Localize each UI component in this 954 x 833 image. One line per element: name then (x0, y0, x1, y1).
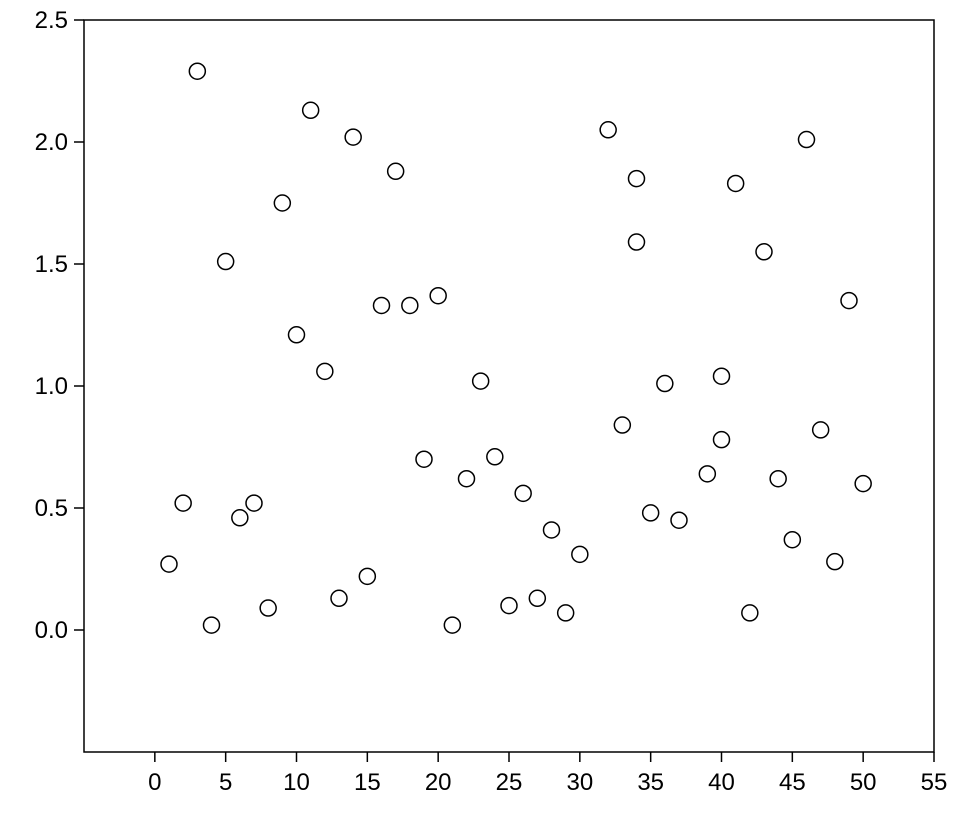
data-point (770, 471, 786, 487)
x-tick-label: 55 (921, 769, 948, 796)
data-point (345, 129, 361, 145)
x-axis-ticks: 0 5 10 15 20 25 30 35 40 45 50 55 (148, 752, 947, 796)
data-point (629, 234, 645, 250)
data-point (841, 293, 857, 309)
data-point (742, 605, 758, 621)
data-point (175, 495, 191, 511)
data-point (529, 590, 545, 606)
data-point (374, 297, 390, 313)
x-tick-label: 15 (354, 769, 381, 796)
data-point (444, 617, 460, 633)
data-point (274, 195, 290, 211)
data-point (600, 122, 616, 138)
data-point (359, 568, 375, 584)
data-point (459, 471, 475, 487)
data-point (204, 617, 220, 633)
y-tick-label: 1.0 (35, 373, 68, 400)
chart-svg: 0 5 10 15 20 25 30 35 40 45 50 55 0.0 0.5 1.0 1.5 2.0 2.… (0, 0, 954, 833)
data-point (558, 605, 574, 621)
data-point (189, 63, 205, 79)
data-point (799, 132, 815, 148)
y-axis-ticks: 0.0 0.5 1.0 1.5 2.0 2.5 (35, 7, 84, 644)
data-point (317, 363, 333, 379)
data-point (756, 244, 772, 260)
scatter-chart: 0 5 10 15 20 25 30 35 40 45 50 55 0.0 0.5 1.0 1.5 2.0 2.… (0, 0, 954, 833)
data-point (232, 510, 248, 526)
y-tick-label: 0.5 (35, 495, 68, 522)
data-point (515, 485, 531, 501)
plot-border (84, 20, 934, 752)
data-point (714, 432, 730, 448)
data-point (813, 422, 829, 438)
x-tick-label: 25 (496, 769, 523, 796)
data-point (416, 451, 432, 467)
data-point (487, 449, 503, 465)
x-tick-label: 40 (708, 769, 735, 796)
data-point (218, 254, 234, 270)
data-point (303, 102, 319, 118)
data-point (430, 288, 446, 304)
x-tick-label: 45 (779, 769, 806, 796)
x-tick-label: 50 (850, 769, 877, 796)
data-point (629, 171, 645, 187)
data-point (289, 327, 305, 343)
data-point (260, 600, 276, 616)
x-tick-label: 35 (637, 769, 664, 796)
data-point (855, 476, 871, 492)
y-tick-label: 2.5 (35, 7, 68, 34)
data-point (784, 532, 800, 548)
data-point (699, 466, 715, 482)
x-tick-label: 5 (219, 769, 232, 796)
data-point (643, 505, 659, 521)
data-point (827, 554, 843, 570)
data-points (161, 63, 871, 633)
data-point (728, 175, 744, 191)
data-point (671, 512, 687, 528)
y-tick-label: 2.0 (35, 129, 68, 156)
x-tick-label: 30 (566, 769, 593, 796)
data-point (246, 495, 262, 511)
data-point (501, 598, 517, 614)
data-point (544, 522, 560, 538)
data-point (614, 417, 630, 433)
data-point (402, 297, 418, 313)
x-tick-label: 0 (148, 769, 161, 796)
data-point (572, 546, 588, 562)
data-point (331, 590, 347, 606)
data-point (388, 163, 404, 179)
data-point (714, 368, 730, 384)
data-point (161, 556, 177, 572)
data-point (473, 373, 489, 389)
data-point (657, 376, 673, 392)
x-tick-label: 10 (283, 769, 310, 796)
y-tick-label: 0.0 (35, 617, 68, 644)
y-tick-label: 1.5 (35, 251, 68, 278)
x-tick-label: 20 (425, 769, 452, 796)
